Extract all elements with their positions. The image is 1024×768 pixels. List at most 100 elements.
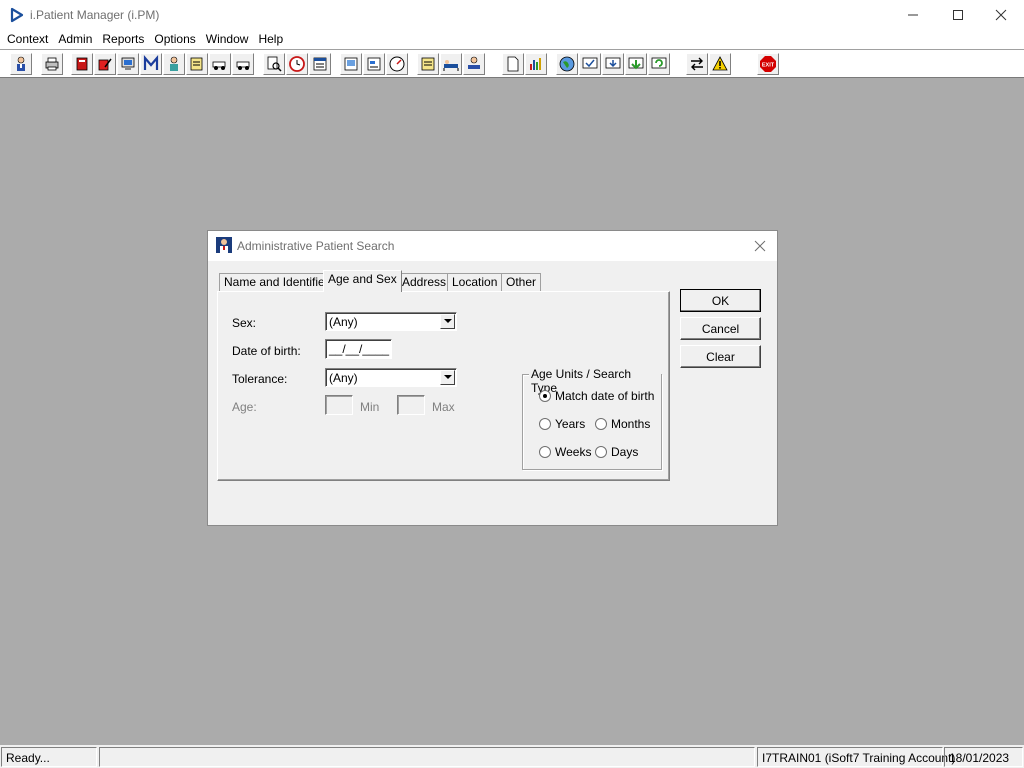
svg-text:EXIT: EXIT	[762, 63, 775, 69]
radio-years-dot	[539, 418, 551, 430]
toolbar-warning-button[interactable]	[709, 53, 731, 75]
menu-reports[interactable]: Reports	[97, 30, 149, 49]
toolbar-globe-button[interactable]	[556, 53, 578, 75]
toolbar-screen-green-button[interactable]	[625, 53, 647, 75]
sex-value: (Any)	[329, 315, 358, 329]
sex-select[interactable]: (Any)	[325, 312, 457, 331]
age-min-label: Min	[360, 400, 380, 414]
menu-admin[interactable]: Admin	[53, 30, 97, 49]
tolerance-value: (Any)	[329, 371, 358, 385]
app-title: i.Patient Manager (i.PM)	[30, 8, 160, 22]
toolbar-print-button[interactable]	[41, 53, 63, 75]
radio-match-dob[interactable]: Match date of birth	[539, 389, 654, 403]
toolbar-document-button[interactable]	[502, 53, 524, 75]
monitor-icon	[121, 57, 135, 70]
toolbar-ambulance-button[interactable]	[209, 53, 231, 75]
toolbar-transfer-button[interactable]	[686, 53, 708, 75]
toolbar-monitor-button[interactable]	[117, 53, 139, 75]
toolbar-screen-refresh-button[interactable]	[648, 53, 670, 75]
age-label: Age:	[232, 400, 257, 414]
toolbar-patient-button[interactable]	[10, 53, 32, 75]
menu-window[interactable]: Window	[201, 30, 254, 49]
sex-label: Sex:	[232, 316, 257, 330]
screen-green-arrow-icon	[628, 57, 644, 70]
form-icon	[367, 57, 381, 71]
toolbar-chart-button[interactable]	[525, 53, 547, 75]
age-max-input[interactable]	[397, 395, 425, 415]
age-units-group: Age Units / Search Type Match date of bi…	[522, 367, 662, 470]
toolbar-image-button[interactable]	[340, 53, 362, 75]
cancel-button[interactable]: Cancel	[680, 317, 761, 340]
screen-arrow-icon	[605, 57, 621, 69]
tab-age-and-sex[interactable]: Age and Sex	[323, 270, 402, 292]
toolbar-clinician-button[interactable]	[163, 53, 185, 75]
radio-weeks-dot	[539, 446, 551, 458]
age-max-label: Max	[432, 400, 455, 414]
menu-help[interactable]: Help	[253, 30, 288, 49]
note-pencil-icon	[190, 57, 203, 71]
toolbar-edit-button[interactable]	[94, 53, 116, 75]
toolbar-screen-button[interactable]	[579, 53, 601, 75]
tolerance-dropdown-button[interactable]	[440, 370, 455, 385]
notepad-icon	[421, 57, 435, 71]
tab-other[interactable]: Other	[501, 273, 542, 291]
screen-check-icon	[582, 57, 598, 69]
radio-weeks[interactable]: Weeks	[539, 445, 591, 459]
clear-button[interactable]: Clear	[680, 345, 761, 368]
dialog-close-icon[interactable]	[751, 237, 769, 255]
picture-icon	[344, 57, 358, 71]
sex-dropdown-button[interactable]	[440, 314, 455, 329]
tolerance-select[interactable]: (Any)	[325, 368, 457, 387]
menu-context[interactable]: Context	[2, 30, 53, 49]
toolbar-list-button[interactable]	[309, 53, 331, 75]
toolbar-bed-button[interactable]	[440, 53, 462, 75]
ok-button[interactable]: OK	[680, 289, 761, 312]
toolbar-gauge-button[interactable]	[386, 53, 408, 75]
radio-months[interactable]: Months	[595, 417, 650, 431]
toolbar-search-button[interactable]	[263, 53, 285, 75]
pencil-book-icon	[98, 58, 112, 71]
maximize-button[interactable]	[935, 0, 981, 30]
radio-days[interactable]: Days	[595, 445, 638, 459]
close-window-button[interactable]	[978, 0, 1024, 30]
toolbar-notes-button[interactable]	[417, 53, 439, 75]
toolbar-note-button[interactable]	[186, 53, 208, 75]
m-letter-icon	[143, 55, 159, 70]
toolbar-exit-button[interactable]: EXIT	[757, 53, 779, 75]
exit-icon: EXIT	[760, 56, 776, 72]
patient-bed-icon	[468, 56, 480, 69]
toolbar-form-button[interactable]	[363, 53, 385, 75]
menu-options[interactable]: Options	[149, 30, 200, 49]
toolbar-clock-button[interactable]	[286, 53, 308, 75]
toolbar-transport-button[interactable]	[232, 53, 254, 75]
toolbar-m-button[interactable]	[140, 53, 162, 75]
screen-refresh-icon	[651, 57, 667, 69]
radio-years[interactable]: Years	[539, 417, 585, 431]
toolbar-screen-arrow-button[interactable]	[602, 53, 624, 75]
app-logo-icon	[10, 7, 24, 23]
radio-days-dot	[595, 446, 607, 458]
status-date: 18/01/2023	[944, 747, 1023, 767]
app-titlebar: i.Patient Manager (i.PM)	[0, 0, 1024, 30]
tab-name-and-identifier[interactable]: Name and Identifier	[219, 273, 334, 291]
minimize-icon	[908, 14, 918, 16]
radio-days-label: Days	[611, 445, 639, 459]
age-min-input[interactable]	[325, 395, 353, 415]
status-account: I7TRAIN01 (iSoft7 Training Account)	[757, 747, 955, 767]
age-and-sex-panel: Sex: (Any) Date of birth: __/__/____ Tol…	[217, 291, 670, 481]
tab-location[interactable]: Location	[447, 273, 503, 291]
dob-input[interactable]: __/__/____	[325, 339, 392, 359]
magnifier-document-icon	[267, 56, 282, 72]
tab-address[interactable]: Address	[397, 273, 452, 291]
status-bar: Ready... I7TRAIN01 (iSoft7 Training Acco…	[0, 745, 1024, 768]
toolbar-record-button[interactable]	[71, 53, 93, 75]
close-icon	[995, 9, 1007, 21]
printer-icon	[45, 57, 59, 71]
status-panel-empty	[99, 747, 755, 767]
swap-arrows-icon	[691, 57, 703, 71]
toolbar-admission-button[interactable]	[463, 53, 485, 75]
gauge-icon	[389, 56, 405, 72]
toolbar: EXIT	[0, 49, 1024, 78]
dialog-person-icon	[216, 237, 232, 253]
minimize-button[interactable]	[890, 0, 936, 30]
